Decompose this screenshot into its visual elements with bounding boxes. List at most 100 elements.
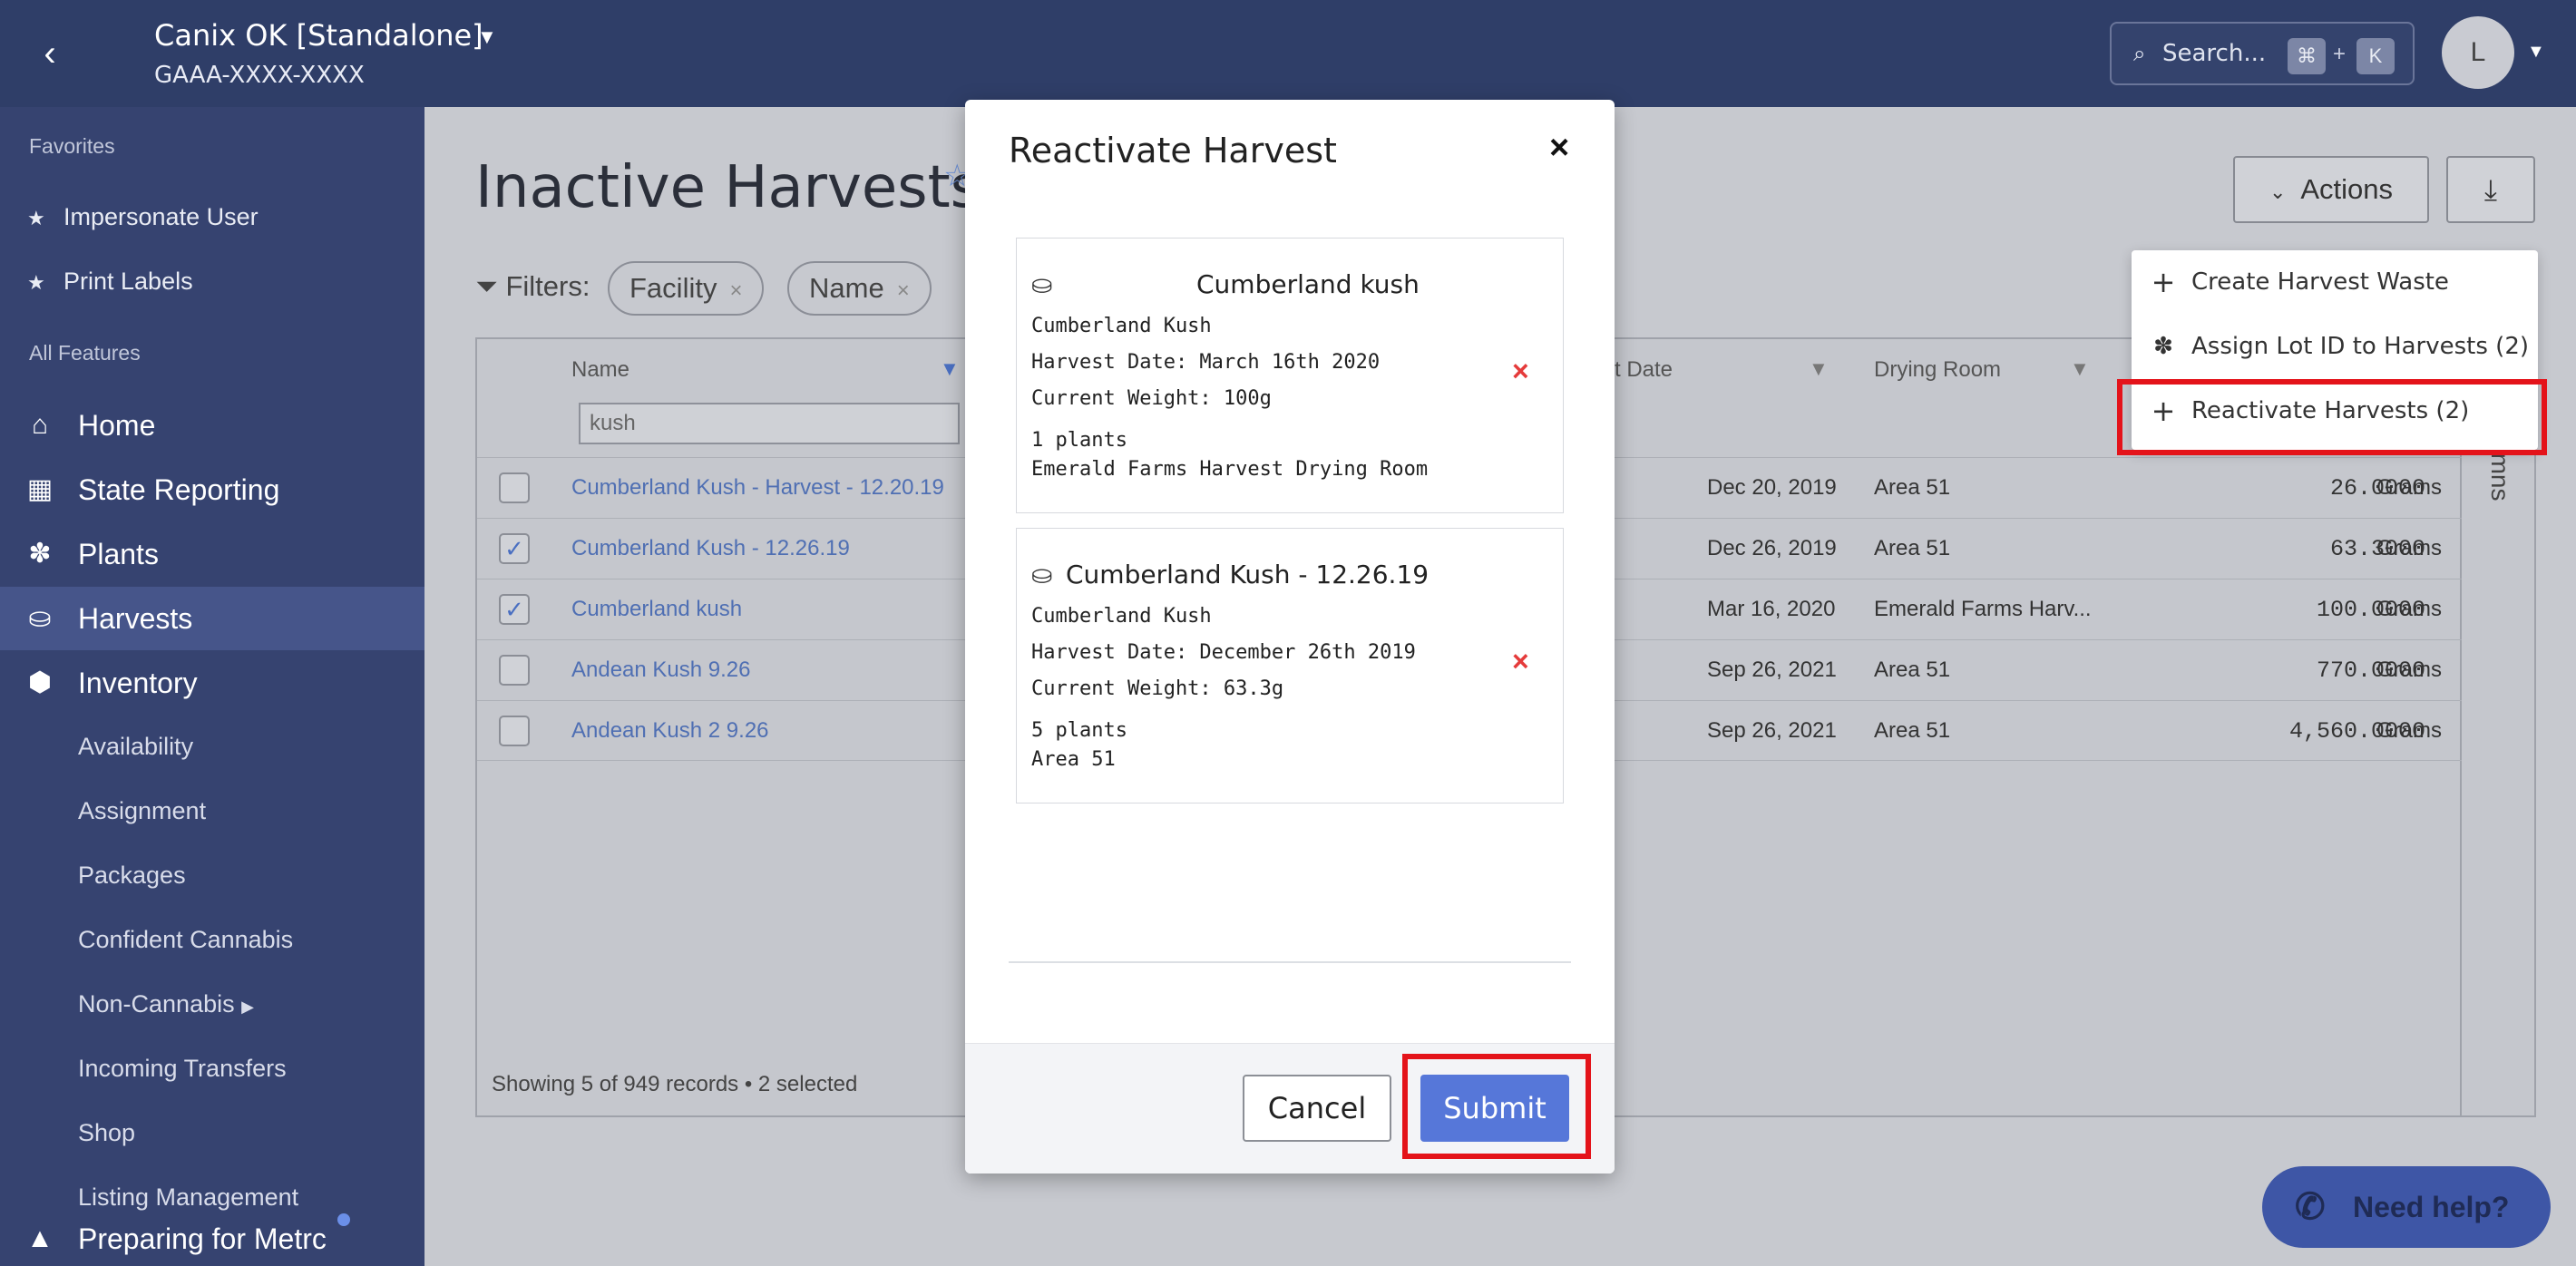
row-checkbox[interactable]	[499, 716, 530, 746]
harvest-name-link[interactable]: Cumberland Kush - Harvest - 12.20.19	[571, 475, 944, 501]
filters-label: ⏷ Filters:	[475, 270, 590, 302]
reactivate-harvest-modal: Reactivate Harvest × ⛀ Cumberland kush C…	[965, 100, 1615, 1173]
warning-icon: ▲	[26, 1223, 54, 1253]
harvest-weight: Current Weight: 63.3g	[1031, 677, 1284, 700]
org-name[interactable]: Canix OK [Standalone]	[154, 18, 483, 53]
sidebar-item-harvests[interactable]: ⛀ Harvests	[0, 587, 424, 650]
user-avatar[interactable]: L	[2442, 16, 2514, 89]
menu-item-assign-lot-id[interactable]: ✽ Assign Lot ID to Harvests (2)	[2132, 315, 2538, 378]
remove-filter-icon[interactable]: ×	[897, 278, 910, 303]
sidebar-item-inventory[interactable]: ⬢ Inventory	[0, 651, 424, 715]
row-checkbox[interactable]: ✓	[499, 533, 530, 564]
sidebar-item-state-reporting[interactable]: ▦ State Reporting	[0, 458, 424, 521]
sidebar-bottom-bar: ▲ Preparing for Metrc	[0, 1213, 424, 1266]
download-button[interactable]: ⤓	[2446, 156, 2535, 223]
remove-harvest-icon[interactable]: ×	[1512, 355, 1529, 388]
harvest-plant-count: 1 plants	[1031, 429, 1127, 452]
modal-title: Reactivate Harvest	[1009, 131, 1337, 170]
harvest-card-title: Cumberland Kush - 12.26.19	[1066, 560, 1429, 589]
back-button[interactable]: ‹	[27, 31, 73, 76]
calendar-icon: ▦	[26, 474, 54, 504]
harvest-date: Dec 20, 2019	[1707, 475, 1837, 500]
column-header-drying-room[interactable]: Drying Room	[1874, 357, 2001, 383]
name-filter-input[interactable]: kush	[579, 403, 960, 444]
favorite-print-labels[interactable]: ★ Print Labels	[27, 268, 193, 296]
harvest-plant-count: 5 plants	[1031, 719, 1127, 742]
highlight-reactivate-harvests	[2117, 379, 2547, 455]
sidebar-item-confident-cannabis[interactable]: Confident Cannabis	[78, 926, 293, 954]
harvest-card-title: Cumberland kush	[1196, 269, 1420, 299]
sidebar-item-incoming-transfers[interactable]: Incoming Transfers	[78, 1055, 287, 1083]
sidebar-item-non-cannabis[interactable]: Non-Cannabis ▶	[78, 990, 254, 1018]
harvest-card: ⛀ Cumberland Kush - 12.26.19 Cumberland …	[1016, 528, 1564, 803]
drying-room: Area 51	[1874, 536, 1951, 560]
column-header-date[interactable]: t Date	[1615, 357, 1673, 383]
chevron-down-icon: ⌄	[2269, 180, 2287, 203]
sidebar-item-home[interactable]: ⌂ Home	[0, 394, 424, 457]
page-title: Inactive Harvests	[475, 154, 981, 221]
need-help-button[interactable]: ✆ Need help?	[2262, 1166, 2551, 1248]
sidebar-item-listing-management[interactable]: Listing Management	[78, 1183, 298, 1212]
column-header-name[interactable]: Name	[571, 357, 629, 383]
weight-unit: Grams	[2376, 597, 2442, 621]
star-icon: ★	[27, 207, 45, 229]
drying-room-filter-funnel-icon[interactable]: ▼	[2070, 357, 2090, 381]
download-icon: ⤓	[2483, 173, 2498, 206]
close-icon[interactable]: ×	[1549, 129, 1569, 168]
weight-unit: Grams	[2376, 657, 2442, 682]
harvest-date: Harvest Date: March 16th 2020	[1031, 351, 1381, 374]
harvest-name-link[interactable]: Cumberland kush	[571, 597, 742, 622]
harvest-icon: ⛀	[1031, 560, 1053, 589]
menu-item-create-harvest-waste[interactable]: + Create Harvest Waste	[2132, 250, 2538, 314]
harvest-date: Mar 16, 2020	[1707, 597, 1836, 621]
box-icon: ⬢	[27, 667, 53, 697]
plus-icon: +	[2151, 265, 2176, 299]
sidebar-item-preparing-for-metrc[interactable]: ▲ Preparing for Metrc	[0, 1212, 424, 1266]
date-filter-funnel-icon[interactable]: ▼	[1809, 357, 1829, 381]
shortcut-k-key: K	[2356, 38, 2395, 74]
shortcut-cmd-key: ⌘	[2288, 38, 2326, 74]
shortcut-plus: +	[2333, 42, 2347, 66]
row-checkbox[interactable]	[499, 472, 530, 503]
org-switcher-caret-icon[interactable]: ▼	[477, 25, 497, 49]
sidebar-item-assignment[interactable]: Assignment	[78, 797, 206, 825]
remove-filter-icon[interactable]: ×	[729, 278, 742, 303]
drying-room: Area 51	[1874, 718, 1951, 743]
search-icon: ⌕	[2133, 42, 2146, 66]
weight-unit: Grams	[2376, 536, 2442, 560]
harvest-name-link[interactable]: Andean Kush 9.26	[571, 657, 751, 683]
sidebar-item-shop[interactable]: Shop	[78, 1119, 135, 1147]
sidebar-item-plants[interactable]: ✽ Plants	[0, 522, 424, 586]
harvest-card: ⛀ Cumberland kush Cumberland Kush Harves…	[1016, 238, 1564, 513]
cancel-button[interactable]: Cancel	[1243, 1075, 1391, 1142]
harvest-room: Area 51	[1031, 748, 1116, 771]
modal-divider	[1009, 961, 1571, 963]
sidebar: Favorites ★ Impersonate User ★ Print Label…	[0, 107, 424, 1266]
row-checkbox[interactable]	[499, 655, 530, 686]
name-filter-funnel-icon[interactable]: ▼	[940, 357, 960, 381]
sidebar-item-packages[interactable]: Packages	[78, 862, 186, 890]
weight-unit: Grams	[2376, 475, 2442, 500]
drying-room: Area 51	[1874, 657, 1951, 682]
sidebar-item-availability[interactable]: Availability	[78, 733, 193, 761]
harvest-name-link[interactable]: Andean Kush 2 9.26	[571, 718, 769, 744]
filter-chip-facility[interactable]: Facility ×	[608, 261, 765, 316]
global-search[interactable]: ⌕ Search... ⌘ + K	[2110, 22, 2415, 85]
row-checkbox[interactable]: ✓	[499, 594, 530, 625]
favorite-impersonate-user[interactable]: ★ Impersonate User	[27, 203, 259, 231]
weight-unit: Grams	[2376, 718, 2442, 743]
search-placeholder: Search...	[2162, 40, 2267, 67]
harvest-name-link[interactable]: Cumberland Kush - 12.26.19	[571, 536, 850, 561]
notification-dot	[337, 1213, 350, 1226]
filter-icon: ⏷	[475, 270, 498, 302]
caret-right-icon: ▶	[241, 998, 254, 1016]
harvest-date: Sep 26, 2021	[1707, 657, 1837, 682]
leaf-icon: ✽	[28, 539, 52, 569]
drying-room: Emerald Farms Harv...	[1874, 597, 2092, 621]
home-icon: ⌂	[31, 410, 49, 440]
filter-chip-name[interactable]: Name ×	[787, 261, 932, 316]
remove-harvest-icon[interactable]: ×	[1512, 645, 1529, 678]
user-menu-caret-icon[interactable]: ▼	[2527, 42, 2545, 63]
actions-button[interactable]: ⌄ Actions	[2233, 156, 2429, 223]
table-footer-status: Showing 5 of 949 records • 2 selected	[492, 1072, 858, 1096]
